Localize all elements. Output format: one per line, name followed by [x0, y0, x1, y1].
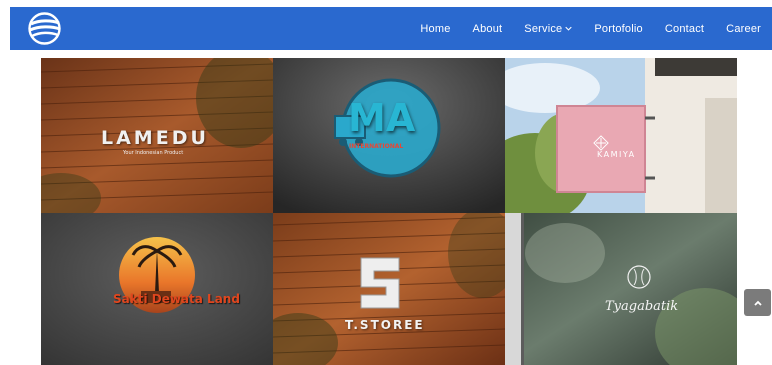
portfolio-item-sakti-dewata[interactable]: Sakti Dewata Land	[41, 213, 273, 365]
portfolio-item-kamiya[interactable]: KAMIYA	[505, 58, 737, 213]
portfolio-item-tstoree[interactable]: T.STOREE	[273, 213, 505, 365]
nav-portofolio[interactable]: Portofolio	[594, 23, 642, 35]
storefront-sign-image	[505, 58, 737, 213]
portfolio-item-lamedu[interactable]: LAMEDU Your Indonesian Product	[41, 58, 273, 213]
sakti-logo-text: Sakti Dewata Land	[113, 292, 240, 306]
nav-contact[interactable]: Contact	[665, 23, 704, 35]
portfolio-item-ma-international[interactable]: MA INTERNATIONAL	[273, 58, 505, 213]
chevron-down-icon	[565, 26, 573, 31]
nav-service-label: Service	[524, 22, 563, 35]
nav-career-label: Career	[726, 22, 761, 35]
logo[interactable]	[27, 11, 62, 46]
nav-home[interactable]: Home	[420, 23, 450, 35]
scroll-to-top-button[interactable]	[744, 289, 771, 316]
nav-portofolio-label: Portofolio	[594, 22, 643, 35]
globe-logo-icon	[28, 12, 61, 45]
nav-about-label: About	[472, 22, 503, 35]
nav-home-label: Home	[420, 22, 451, 35]
grey-wall-image	[41, 213, 273, 365]
kamiya-logo-text: KAMIYA	[597, 150, 636, 159]
portfolio-gallery: LAMEDU Your Indonesian Product MA INTERN…	[41, 58, 737, 365]
portfolio-item-tyagabatik[interactable]: Tyagabatik	[505, 213, 737, 365]
nav-links: Home About Service Portofolio Contact Ca…	[420, 7, 761, 50]
tstoree-logo-text: T.STOREE	[345, 318, 425, 332]
nav-service[interactable]: Service	[524, 22, 573, 35]
glass-window-image	[505, 213, 737, 365]
ma-tagline: INTERNATIONAL	[349, 143, 404, 150]
tyagabatik-logo-text: Tyagabatik	[605, 299, 679, 314]
chevron-up-icon	[753, 300, 762, 306]
lamedu-logo-text: LAMEDU	[101, 127, 209, 149]
wood-wall-image	[273, 213, 505, 365]
lamedu-tagline: Your Indonesian Product	[123, 150, 184, 156]
top-navbar: Home About Service Portofolio Contact Ca…	[10, 7, 772, 50]
ma-logo-text: MA	[348, 96, 416, 140]
nav-contact-label: Contact	[664, 22, 705, 35]
nav-career[interactable]: Career	[726, 23, 761, 35]
nav-about[interactable]: About	[473, 23, 503, 35]
